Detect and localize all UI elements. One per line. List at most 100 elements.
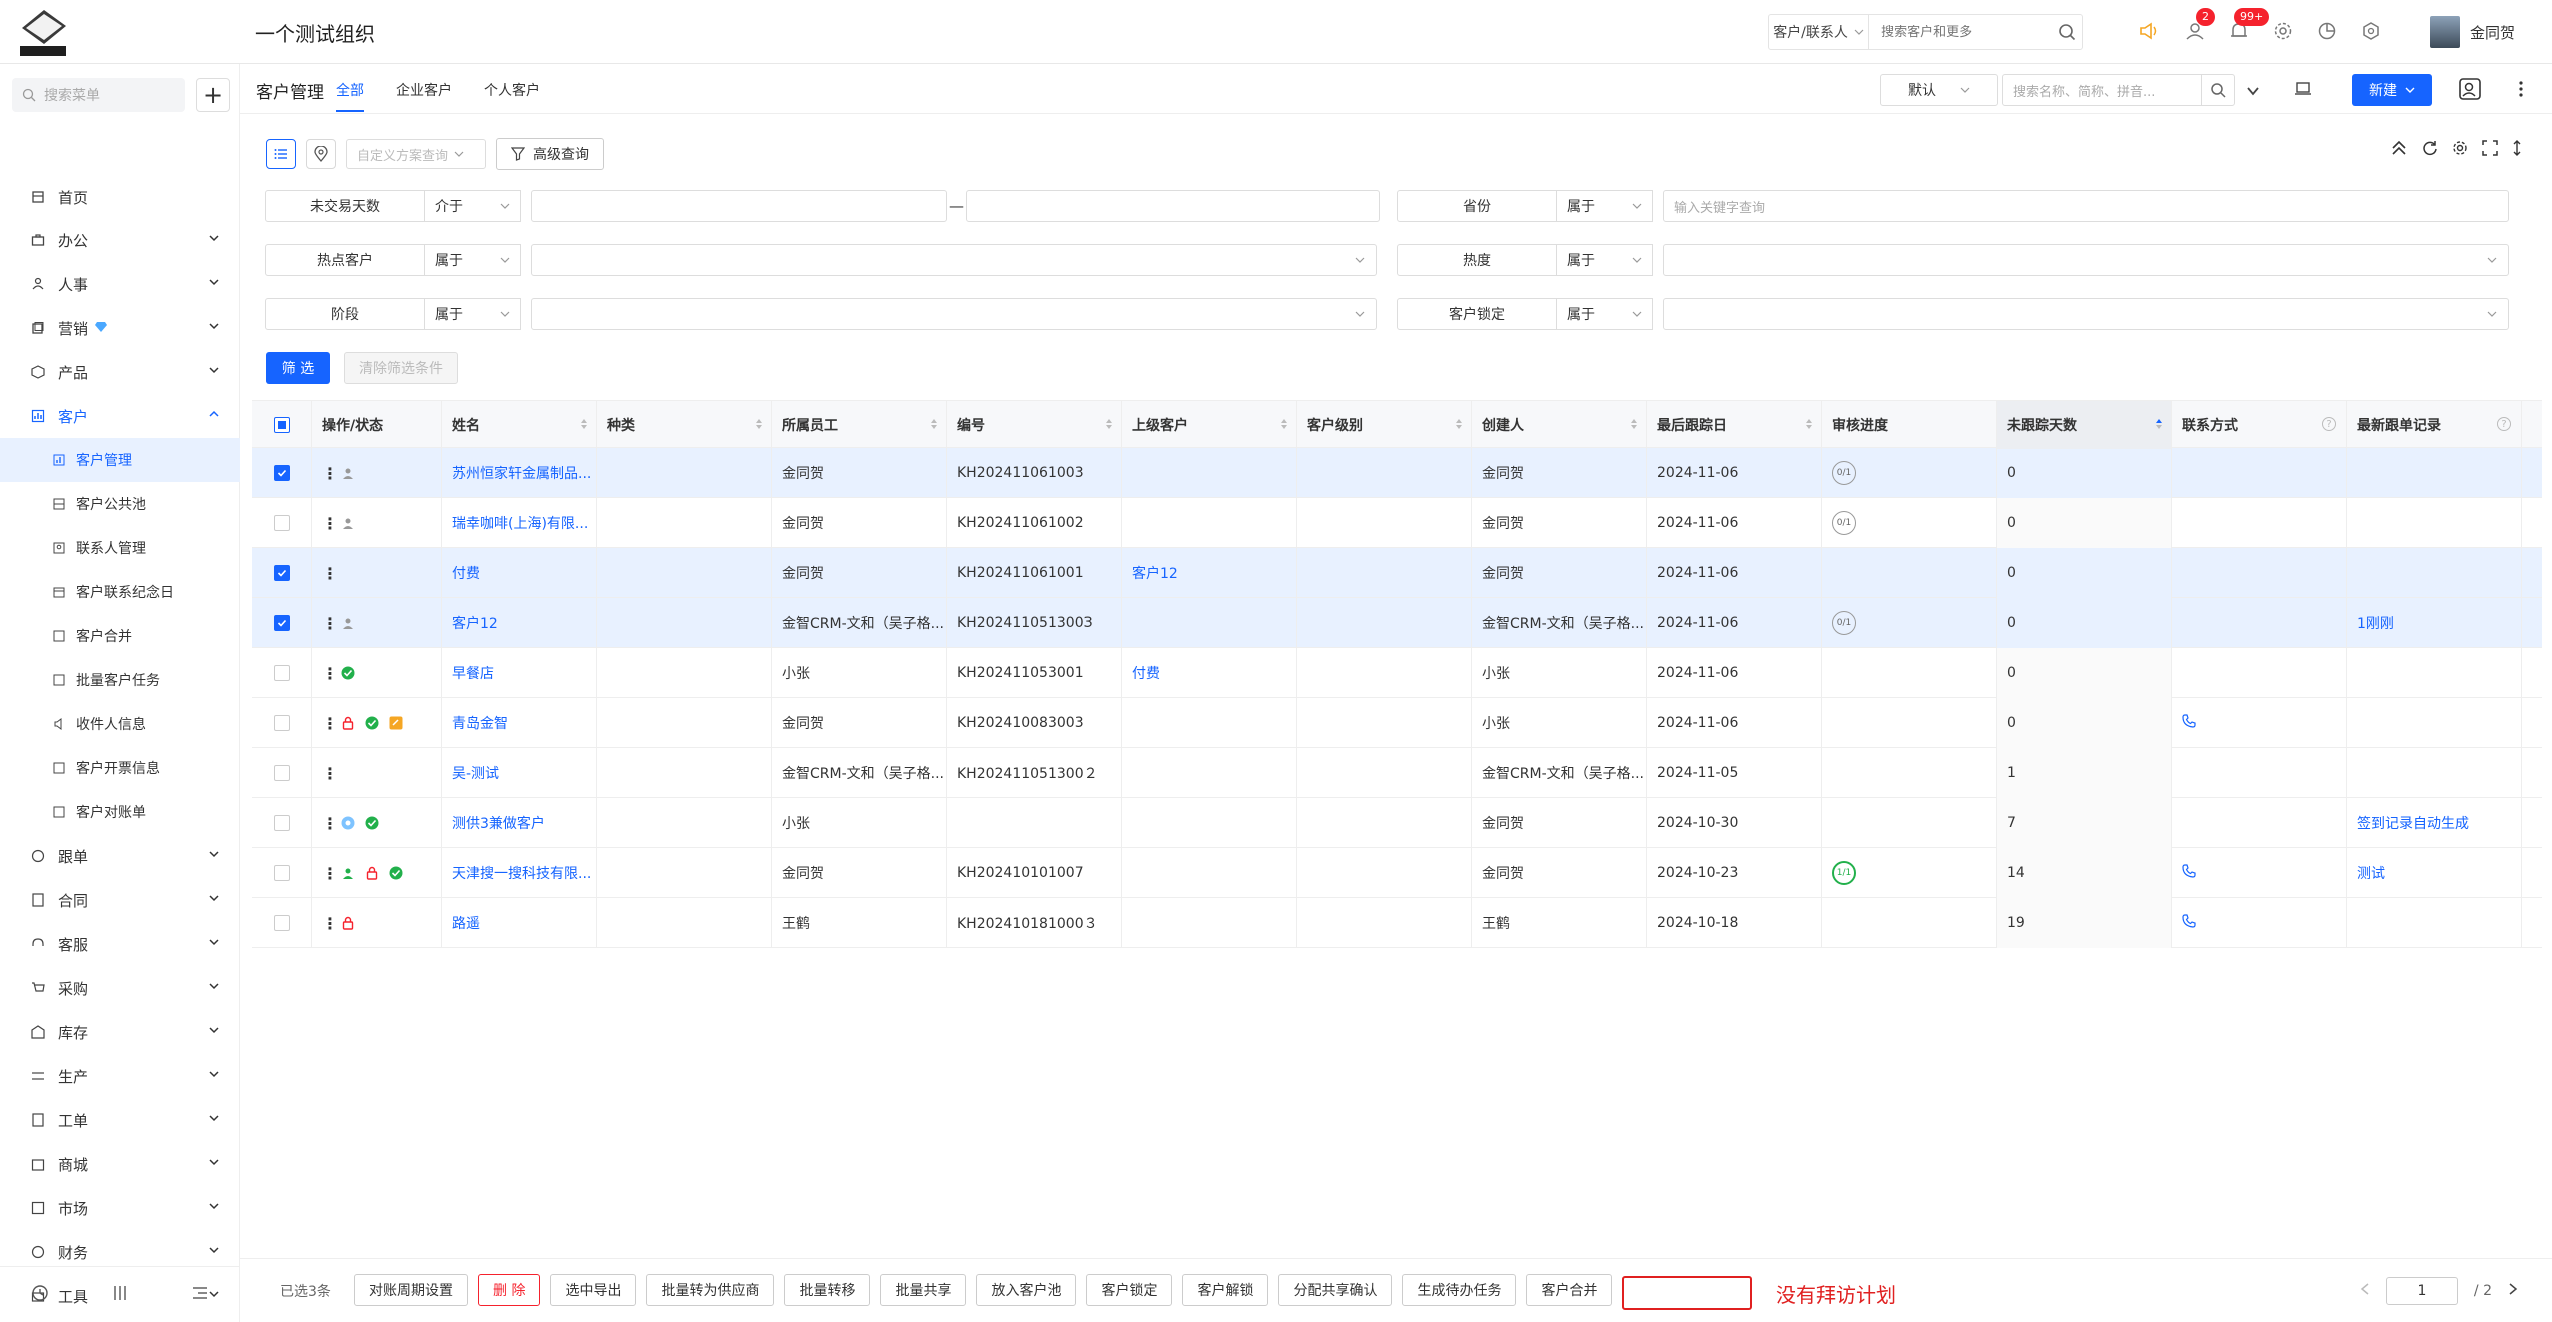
checkbox[interactable] — [273, 715, 290, 731]
menu-item-hr[interactable]: 人事 — [0, 262, 240, 306]
sort-icon[interactable] — [755, 418, 763, 434]
stage-select[interactable] — [531, 298, 1377, 330]
submenu-customer-management[interactable]: 客户管理 — [0, 438, 240, 482]
province-keyword-input[interactable]: 输入关键字查询 — [1663, 190, 2509, 222]
phone-icon[interactable] — [2182, 914, 2196, 932]
latest-record-cell[interactable] — [2347, 648, 2522, 698]
table-row[interactable]: ⋮ 测供3兼做客户 小张 金同贺 2024-10-30 7 签到记录自动生成 — [252, 798, 2542, 848]
phone-icon[interactable] — [2182, 714, 2196, 732]
latest-record-cell[interactable] — [2347, 548, 2522, 598]
merge-customer-button[interactable]: 客户合并 — [1526, 1274, 1613, 1306]
batch-transfer-button[interactable]: 批量转移 — [784, 1274, 871, 1306]
search-icon[interactable] — [2051, 23, 2082, 41]
menu-item-production[interactable]: 生产 — [0, 1054, 240, 1098]
sort-icon[interactable] — [1805, 418, 1813, 434]
more-actions-icon[interactable]: ⋮ — [322, 864, 338, 883]
customer-name-cell[interactable]: 青岛金智 — [442, 698, 597, 748]
column-header[interactable]: 联系方式? — [2172, 401, 2347, 449]
to-supplier-button[interactable]: 批量转为供应商 — [646, 1274, 775, 1306]
checkbox[interactable] — [273, 915, 290, 931]
column-header[interactable]: 编号 — [947, 401, 1122, 449]
menu-item-service[interactable]: 客服 — [0, 922, 240, 966]
customer-name-cell[interactable]: 测供3兼做客户 — [442, 798, 597, 848]
tab-individual[interactable]: 个人客户 — [484, 80, 540, 100]
more-actions-icon[interactable]: ⋮ — [322, 464, 338, 483]
menu-item-market[interactable]: 市场 — [0, 1186, 240, 1230]
more-vertical-icon[interactable] — [2518, 80, 2524, 102]
move-to-pool-button[interactable]: 放入客户池 — [976, 1274, 1077, 1306]
more-actions-icon[interactable]: ⋮ — [322, 764, 338, 783]
checkbox[interactable] — [273, 565, 290, 581]
table-row[interactable]: ⋮ 吴-测试 金智CRM-文和（吴子格... KH202411051300２ 金智CRM… — [252, 748, 2542, 798]
audit-progress-badge[interactable]: 0/1 — [1832, 461, 1856, 485]
fullscreen-icon[interactable] — [2482, 140, 2498, 160]
more-actions-icon[interactable]: ⋮ — [322, 914, 338, 933]
latest-record-cell[interactable]: 签到记录自动生成 — [2347, 798, 2522, 848]
submenu-anniversary[interactable]: 客户联系纪念日 — [0, 570, 240, 614]
parent-customer-cell[interactable]: 客户12 — [1122, 548, 1297, 598]
checkbox[interactable] — [273, 815, 290, 831]
table-row[interactable]: ⋮ 客户12 金智CRM-文和（吴子格... KH202411051300З 金智CRM… — [252, 598, 2542, 648]
latest-record-cell[interactable] — [2347, 698, 2522, 748]
filter-min-input[interactable] — [531, 190, 947, 222]
customer-name-cell[interactable]: 付费 — [442, 548, 597, 598]
customer-name-cell-text[interactable]: 路遥 — [452, 913, 480, 933]
customer-name-cell-text[interactable]: 苏州恒家轩金属制品... — [452, 463, 591, 483]
submenu-contacts[interactable]: 联系人管理 — [0, 526, 240, 570]
filter-operator-select[interactable]: 介于 — [425, 190, 521, 222]
filter-operator-select[interactable]: 属于 — [425, 298, 521, 330]
contact-card-icon[interactable] — [2458, 77, 2482, 105]
help-icon[interactable]: ? — [2322, 417, 2336, 431]
filter-button[interactable]: 筛 选 — [266, 352, 330, 384]
customer-name-cell-text[interactable]: 早餐店 — [452, 663, 494, 683]
latest-record-cell[interactable] — [2347, 498, 2522, 548]
customer-name-cell[interactable]: 吴-测试 — [442, 748, 597, 798]
search-icon[interactable] — [2201, 74, 2235, 106]
expand-search-icon[interactable] — [2246, 84, 2260, 102]
table-row[interactable]: ⋮ 瑞幸咖啡(上海)有限... 金同贺 KH202411061002 金同贺 2024-1… — [252, 498, 2542, 548]
bell-icon[interactable]: 99+ — [2226, 8, 2270, 44]
lock-select[interactable] — [1663, 298, 2509, 330]
checkbox[interactable] — [273, 465, 290, 481]
user-menu[interactable]: 金同贺 — [2430, 16, 2515, 48]
column-header[interactable]: 客户级别 — [1297, 401, 1472, 449]
parent-customer-cell-text[interactable]: 客户12 — [1132, 563, 1178, 583]
latest-record-cell[interactable]: 测试 — [2347, 848, 2522, 898]
create-todo-button[interactable]: 生成待办任务 — [1402, 1274, 1517, 1306]
customer-name-cell-text[interactable]: 瑞幸咖啡(上海)有限... — [452, 513, 588, 533]
sort-icon[interactable] — [580, 418, 588, 434]
table-row[interactable]: ⋮ 青岛金智 金同贺 KH202410083003 小张 2024-11-06 0 — [252, 698, 2542, 748]
delete-button[interactable]: 删 除 — [478, 1274, 541, 1306]
share-confirm-button[interactable]: 分配共享确认 — [1278, 1274, 1393, 1306]
latest-record-cell[interactable] — [2347, 448, 2522, 498]
column-header[interactable]: 创建人 — [1472, 401, 1647, 449]
phone-icon[interactable] — [2182, 864, 2196, 882]
filter-operator-select[interactable]: 属于 — [1557, 244, 1653, 276]
announcement-icon[interactable] — [2136, 18, 2162, 44]
parent-customer-cell[interactable] — [1122, 498, 1297, 548]
more-actions-icon[interactable]: ⋮ — [322, 714, 338, 733]
checkbox[interactable] — [273, 865, 290, 881]
column-header[interactable]: 审核进度 — [1822, 401, 1997, 449]
default-view-select[interactable]: 默认 — [1880, 74, 1998, 106]
next-page-icon[interactable] — [2508, 1283, 2518, 1299]
search-input[interactable] — [1869, 24, 2052, 40]
new-button[interactable]: 新建 — [2352, 74, 2432, 106]
hexagon-icon[interactable] — [2358, 18, 2384, 44]
column-height-icon[interactable] — [2512, 140, 2522, 160]
submenu-recipient[interactable]: 收件人信息 — [0, 702, 240, 746]
customer-name-cell-text[interactable]: 吴-测试 — [452, 763, 499, 783]
reconcile-period-button[interactable]: 对账周期设置 — [354, 1274, 468, 1306]
parent-customer-cell-text[interactable]: 付费 — [1132, 663, 1160, 683]
submenu-customer-pool[interactable]: 客户公共池 — [0, 482, 240, 526]
audit-progress-badge[interactable]: 0/1 — [1832, 611, 1856, 635]
custom-scheme-select[interactable]: 自定义方案查询 — [346, 139, 486, 169]
menu-item-workorder[interactable]: 工单 — [0, 1098, 240, 1142]
export-selected-button[interactable]: 选中导出 — [550, 1274, 637, 1306]
latest-record-cell-text[interactable]: 测试 — [2357, 863, 2385, 883]
table-row[interactable]: ⋮ 早餐店 小张 KH202411053001 付费 小张 2024-11-06 0 — [252, 648, 2542, 698]
prev-page-icon[interactable] — [2360, 1283, 2370, 1299]
tab-enterprise[interactable]: 企业客户 — [396, 80, 452, 100]
parent-customer-cell[interactable] — [1122, 598, 1297, 648]
menu-item-customer[interactable]: 客户 — [0, 394, 240, 438]
